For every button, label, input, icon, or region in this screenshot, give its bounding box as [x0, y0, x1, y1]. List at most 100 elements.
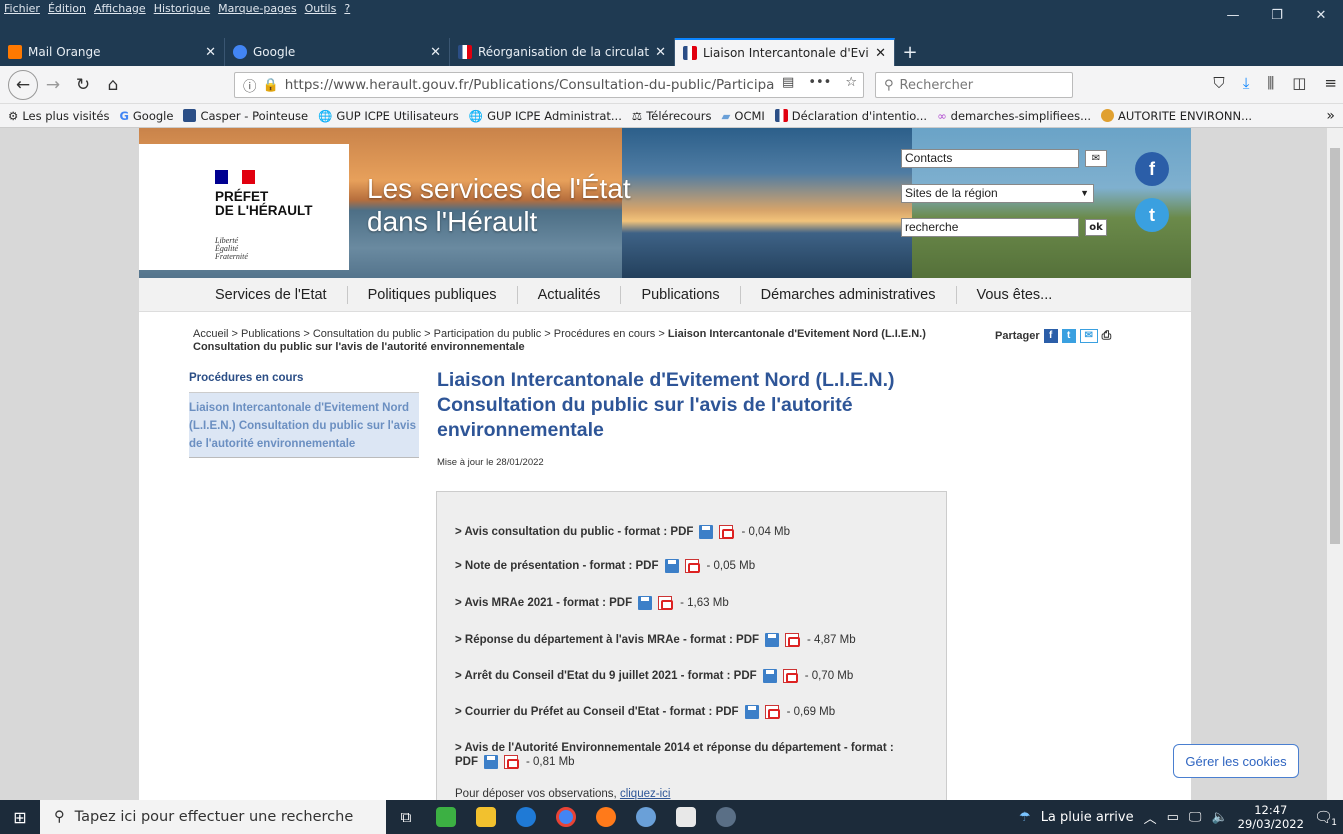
back-arrow-icon[interactable]: ←	[8, 69, 38, 100]
reload-icon[interactable]: ↻	[68, 70, 98, 100]
document-link[interactable]: > Courrier du Préfet au Conseil d'Etat -…	[455, 706, 739, 718]
bookmark-ocmi[interactable]: ▰ OCMI	[722, 109, 765, 123]
bookmark-gup-utilisateurs[interactable]: 🌐 GUP ICPE Utilisateurs	[318, 109, 459, 123]
document-link[interactable]: > Avis MRAe 2021 - format : PDF	[455, 597, 632, 609]
hamburger-menu-icon[interactable]: ≡	[1324, 74, 1337, 92]
file-explorer-icon[interactable]	[466, 800, 506, 834]
twitter-icon[interactable]: t	[1135, 198, 1169, 232]
save-icon[interactable]	[664, 559, 679, 573]
tab-reorganisation[interactable]: Réorganisation de la circulation ✕	[450, 38, 675, 66]
save-icon[interactable]	[765, 633, 780, 647]
pdf-icon[interactable]	[719, 525, 735, 539]
manage-cookies-button[interactable]: Gérer les cookies	[1173, 744, 1299, 778]
pdf-icon[interactable]	[764, 705, 780, 719]
download-icon[interactable]: ⤓	[1243, 74, 1250, 92]
bookmark-declaration[interactable]: Déclaration d'intentio...	[774, 109, 927, 123]
app-gray-icon[interactable]	[706, 800, 746, 834]
menu-fichier[interactable]: Fichier	[4, 0, 40, 20]
document-link[interactable]: > Avis consultation du public - format :…	[455, 526, 693, 538]
save-icon[interactable]	[638, 596, 653, 610]
forward-arrow-icon[interactable]: →	[38, 70, 68, 100]
share-email-icon[interactable]: ✉	[1079, 328, 1098, 343]
chevron-up-icon[interactable]: ︿	[1144, 808, 1157, 827]
library-icon[interactable]: ⫼	[1267, 74, 1274, 92]
observations-link[interactable]: cliquez-ici	[620, 788, 671, 800]
search-input[interactable]: ⚲ Rechercher	[875, 72, 1073, 98]
menu-edition[interactable]: Édition	[48, 0, 86, 20]
save-icon[interactable]	[762, 669, 777, 683]
task-view-icon[interactable]: ⧉	[386, 800, 426, 834]
taskbar-search-input[interactable]: ⚲ Tapez ici pour effectuer une recherche	[40, 800, 386, 834]
network-icon[interactable]: 🖵	[1189, 810, 1202, 825]
bookmark-telerecours[interactable]: ⚖ Télérecours	[632, 109, 712, 123]
document-link[interactable]: > Note de présentation - format : PDF	[455, 560, 659, 572]
bookmark-most-visited[interactable]: ⚙ Les plus visités	[8, 109, 109, 123]
minimize-icon[interactable]: —	[1211, 0, 1255, 30]
recherche-input[interactable]: recherche	[901, 218, 1079, 237]
battery-icon[interactable]: ▭	[1167, 810, 1179, 825]
firefox-icon[interactable]	[586, 800, 626, 834]
nav-actualites[interactable]: Actualités	[518, 285, 622, 304]
close-window-icon[interactable]: ✕	[1299, 0, 1343, 30]
address-bar[interactable]: ⓘ 🔒 https://www.herault.gouv.fr/Publicat…	[234, 72, 864, 98]
restore-icon[interactable]: ❐	[1255, 0, 1299, 30]
contacts-field[interactable]: Contacts	[901, 149, 1079, 168]
bookmark-casper[interactable]: Casper - Pointeuse	[183, 109, 308, 123]
document-link[interactable]: > Réponse du département à l'avis MRAe -…	[455, 634, 759, 646]
app-blue-icon[interactable]	[626, 800, 666, 834]
prefet-logo[interactable]: PRÉFET DE L'HÉRAULT Liberté Égalité Fratern…	[139, 144, 349, 270]
menu-outils[interactable]: Outils	[305, 0, 337, 20]
breadcrumb-path[interactable]: Accueil > Publications > Consultation du…	[193, 328, 668, 340]
home-icon[interactable]: ⌂	[98, 70, 128, 100]
bookmark-google[interactable]: G Google	[119, 109, 173, 123]
new-tab-icon[interactable]: +	[895, 38, 925, 66]
envelope-icon[interactable]: ✉	[1085, 150, 1107, 167]
sidebar-item-liaison[interactable]: Liaison Intercantonale d'Evitement Nord …	[189, 393, 419, 458]
nav-politiques-publiques[interactable]: Politiques publiques	[348, 285, 518, 304]
close-tab-icon[interactable]: ✕	[655, 45, 666, 60]
document-link-format[interactable]: PDF	[455, 755, 478, 769]
menu-help[interactable]: ?	[344, 0, 350, 20]
nav-vous-etes[interactable]: Vous êtes...	[957, 286, 1073, 304]
tab-liaison[interactable]: Liaison Intercantonale d'Evitem ✕	[675, 38, 895, 66]
pdf-icon[interactable]	[684, 559, 700, 573]
sites-region-select[interactable]: Sites de la région ▼	[901, 184, 1094, 203]
tab-google[interactable]: Google ✕	[225, 38, 450, 66]
pdf-icon[interactable]	[658, 596, 674, 610]
sidebar-heading[interactable]: Procédures en cours	[189, 372, 419, 393]
document-link[interactable]: > Avis de l'Autorité Environnementale 20…	[455, 742, 894, 754]
save-icon[interactable]	[484, 755, 498, 769]
share-facebook-icon[interactable]: f	[1043, 328, 1058, 343]
menu-historique[interactable]: Historique	[154, 0, 210, 20]
menu-marque-pages[interactable]: Marque-pages	[218, 0, 296, 20]
document-app-icon[interactable]	[666, 800, 706, 834]
scrollbar-thumb[interactable]	[1330, 148, 1340, 544]
scrollbar[interactable]	[1327, 128, 1343, 800]
reader-view-icon[interactable]: ▤	[782, 75, 794, 90]
info-icon[interactable]: ⓘ	[243, 75, 257, 95]
print-icon[interactable]: ⎙	[1102, 328, 1112, 343]
close-tab-icon[interactable]: ✕	[875, 46, 886, 61]
weather-text[interactable]: La pluie arrive	[1041, 810, 1134, 825]
pdf-icon[interactable]	[504, 755, 519, 769]
bookmark-autorite[interactable]: AUTORITE ENVIRONN...	[1101, 109, 1252, 123]
save-icon[interactable]	[744, 705, 759, 719]
clock[interactable]: 12:47 29/03/2022	[1238, 803, 1304, 831]
more-bookmarks-icon[interactable]: »	[1326, 108, 1335, 124]
chrome-icon[interactable]	[546, 800, 586, 834]
notifications-icon[interactable]: 🗨 1	[1314, 808, 1337, 828]
pdf-icon[interactable]	[785, 633, 801, 647]
app-green-icon[interactable]	[426, 800, 466, 834]
close-tab-icon[interactable]: ✕	[430, 45, 441, 60]
tab-mail-orange[interactable]: Mail Orange ✕	[0, 38, 225, 66]
nav-services-etat[interactable]: Services de l'Etat	[195, 285, 348, 304]
sidebar-icon[interactable]: ◫	[1292, 74, 1306, 92]
facebook-icon[interactable]: f	[1135, 152, 1169, 186]
bookmark-star-icon[interactable]: ☆	[845, 75, 857, 90]
pdf-icon[interactable]	[782, 669, 798, 683]
ok-button[interactable]: ok	[1085, 219, 1107, 236]
save-icon[interactable]	[699, 525, 714, 539]
bookmark-demarches[interactable]: ∞ demarches-simplifiees...	[937, 109, 1091, 123]
close-tab-icon[interactable]: ✕	[205, 45, 216, 60]
screenshot-icon[interactable]: ⛉	[1213, 74, 1224, 92]
